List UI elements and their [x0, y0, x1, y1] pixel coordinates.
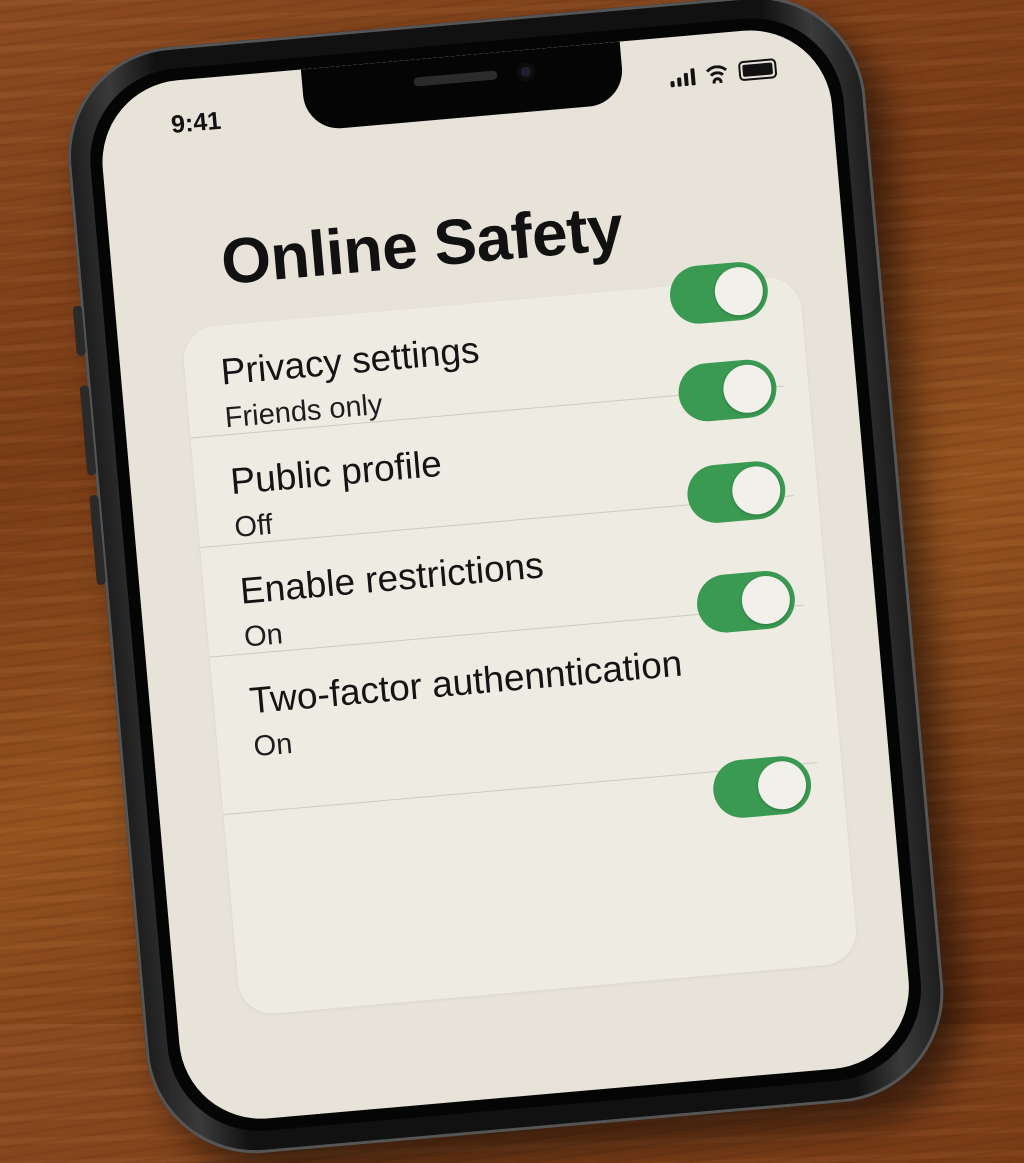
extra-toggle[interactable]	[710, 753, 814, 821]
front-camera	[516, 62, 536, 82]
toggle-knob	[756, 759, 809, 812]
two-factor-authentication-toggle[interactable]	[694, 568, 798, 635]
phone: 9:41 Online Safety Privacy settings Frie…	[58, 0, 953, 1163]
speaker-grille	[413, 70, 498, 87]
status-icons	[669, 58, 778, 88]
enable-restrictions-toggle[interactable]	[685, 458, 788, 526]
toggle-knob	[721, 362, 774, 415]
public-profile-toggle[interactable]	[676, 357, 779, 424]
toggle-knob	[712, 265, 765, 318]
wifi-icon	[704, 64, 730, 85]
battery-icon	[737, 58, 778, 82]
page-title: Online Safety	[218, 191, 626, 299]
settings-card: Privacy settings Friends only Public pro…	[181, 259, 859, 1017]
screen: 9:41 Online Safety Privacy settings Frie…	[95, 23, 916, 1126]
toggle-knob	[739, 573, 792, 626]
status-time: 9:41	[169, 106, 223, 139]
privacy-settings-toggle[interactable]	[667, 259, 771, 327]
signal-icon	[669, 67, 696, 88]
toggle-knob	[730, 464, 783, 517]
